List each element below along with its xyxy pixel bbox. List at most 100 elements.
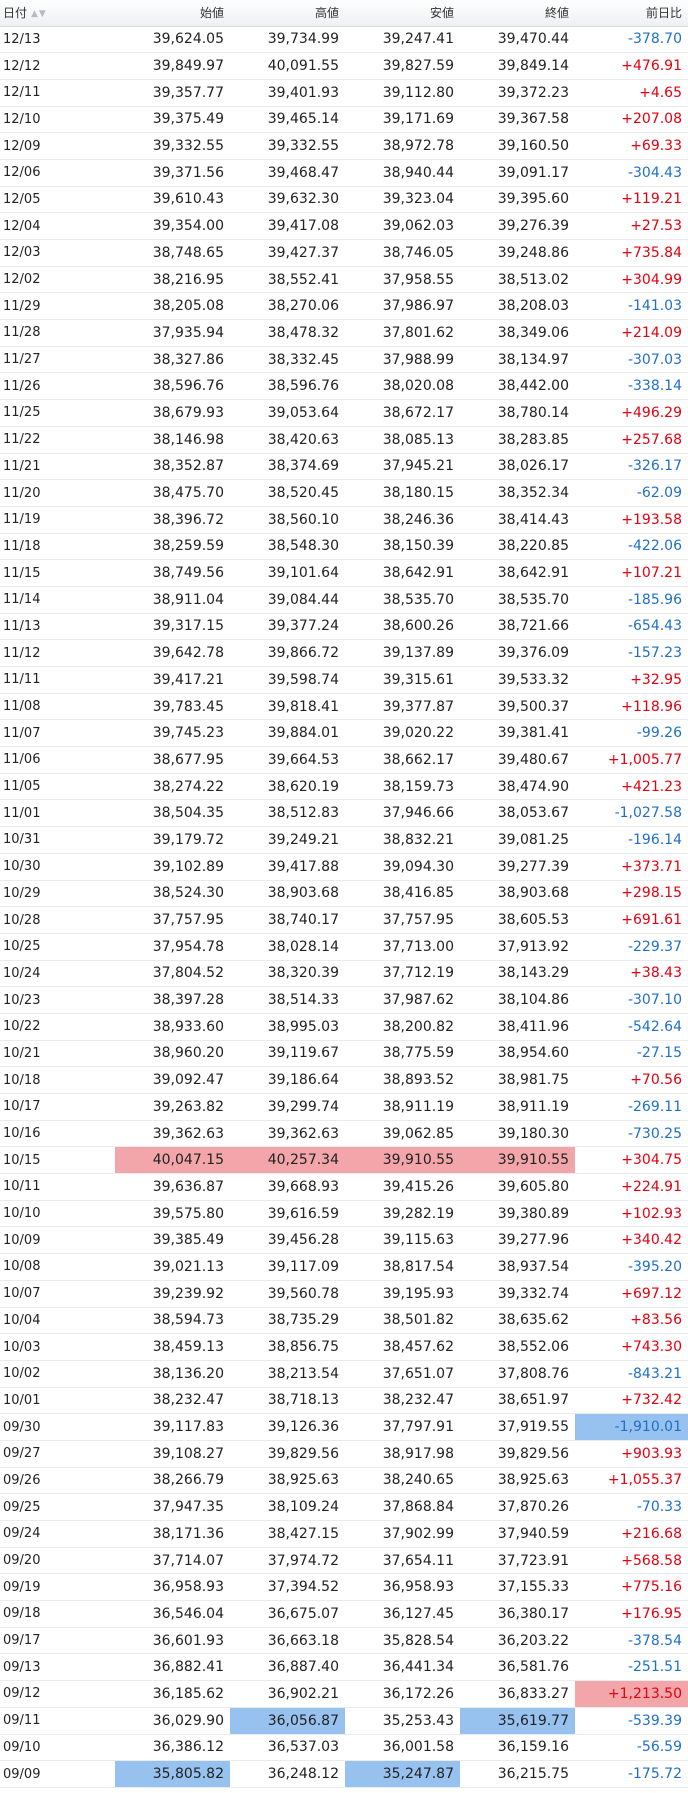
table-row: 10/04 38,594.73 38,735.29 38,501.82 38,635.6… (0, 1307, 688, 1335)
cell-change: +119.21 (575, 186, 688, 214)
cell-close: 39,395.60 (460, 186, 575, 214)
cell-change: -422.06 (575, 533, 688, 561)
cell-open: 38,259.59 (115, 533, 230, 561)
sort-up-down-icon[interactable]: ▲▼ (31, 9, 47, 19)
cell-date: 11/29 (0, 292, 115, 321)
cell-open: 37,954.78 (115, 933, 230, 961)
cell-open: 36,029.90 (115, 1707, 230, 1735)
cell-low: 37,712.19 (345, 960, 460, 988)
cell-date: 11/05 (0, 773, 115, 801)
cell-date: 10/31 (0, 826, 115, 854)
cell-low: 38,416.85 (345, 880, 460, 908)
cell-high: 39,668.93 (230, 1173, 345, 1201)
cell-change: -99.26 (575, 719, 688, 748)
table-row: 09/18 36,546.04 36,675.07 36,127.45 36,380.1… (0, 1600, 688, 1628)
cell-open: 40,047.15 (115, 1146, 230, 1175)
table-row: 11/29 38,205.08 38,270.06 37,986.97 38,208.0… (0, 292, 688, 321)
table-row: 09/26 38,266.79 38,925.63 38,240.65 38,925.6… (0, 1467, 688, 1495)
cell-open: 39,179.72 (115, 826, 230, 854)
cell-open: 39,263.82 (115, 1093, 230, 1121)
cell-change: +102.93 (575, 1200, 688, 1228)
cell-date: 09/12 (0, 1680, 115, 1708)
cell-change: +298.15 (575, 880, 688, 908)
table-row: 11/12 39,642.78 39,866.72 39,137.89 39,376.0… (0, 639, 688, 667)
cell-low: 37,987.62 (345, 986, 460, 1014)
cell-date: 09/27 (0, 1440, 115, 1468)
cell-change: -304.43 (575, 159, 688, 187)
cell-high: 38,520.45 (230, 479, 345, 507)
cell-low: 36,001.58 (345, 1734, 460, 1762)
table-row: 10/30 39,102.89 39,417.88 39,094.30 39,277.3… (0, 853, 688, 881)
cell-date: 12/11 (0, 79, 115, 107)
cell-low: 37,797.91 (345, 1413, 460, 1441)
cell-open: 39,108.27 (115, 1440, 230, 1468)
cell-high: 39,664.53 (230, 746, 345, 774)
cell-high: 39,465.14 (230, 106, 345, 134)
cell-change: +421.23 (575, 773, 688, 801)
cell-date: 12/02 (0, 266, 115, 294)
cell-date: 11/28 (0, 319, 115, 347)
table-row: 11/18 38,259.59 38,548.30 38,150.39 38,220.8… (0, 533, 688, 561)
cell-date: 11/07 (0, 719, 115, 748)
cell-change: +207.08 (575, 106, 688, 134)
cell-open: 36,386.12 (115, 1734, 230, 1762)
cell-change: +1,055.37 (575, 1467, 688, 1495)
table-row: 10/11 39,636.87 39,668.93 39,415.26 39,605.8… (0, 1173, 688, 1201)
cell-open: 38,594.73 (115, 1307, 230, 1335)
cell-close: 36,203.22 (460, 1627, 575, 1655)
cell-high: 38,332.45 (230, 346, 345, 374)
cell-close: 36,380.17 (460, 1600, 575, 1628)
cell-high: 39,427.37 (230, 239, 345, 267)
cell-change: -70.33 (575, 1493, 688, 1521)
table-row: 10/17 39,263.82 39,299.74 38,911.19 38,911.1… (0, 1093, 688, 1121)
column-header-date[interactable]: 日付 ▲▼ (0, 0, 115, 27)
cell-low: 38,535.70 (345, 586, 460, 614)
cell-date: 11/27 (0, 346, 115, 374)
cell-open: 38,475.70 (115, 479, 230, 507)
table-row: 10/31 39,179.72 39,249.21 38,832.21 39,081.2… (0, 826, 688, 854)
cell-low: 38,020.08 (345, 372, 460, 401)
table-row: 09/19 36,958.93 37,394.52 36,958.93 37,155.3… (0, 1573, 688, 1602)
cell-high: 38,903.68 (230, 880, 345, 908)
cell-open: 37,714.07 (115, 1547, 230, 1575)
cell-high: 38,270.06 (230, 292, 345, 321)
table-row: 11/22 38,146.98 38,420.63 38,085.13 38,283.8… (0, 426, 688, 454)
cell-low: 38,672.17 (345, 399, 460, 427)
cell-close: 38,903.68 (460, 880, 575, 908)
cell-date: 09/10 (0, 1734, 115, 1762)
table-row: 09/20 37,714.07 37,974.72 37,654.11 37,723.9… (0, 1547, 688, 1575)
cell-change: -654.43 (575, 613, 688, 641)
cell-high: 39,866.72 (230, 639, 345, 667)
table-row: 12/03 38,748.65 39,427.37 38,746.05 39,248.8… (0, 239, 688, 267)
cell-low: 38,893.52 (345, 1066, 460, 1094)
cell-close: 38,208.03 (460, 292, 575, 321)
cell-close: 38,414.43 (460, 506, 575, 534)
cell-open: 38,397.28 (115, 986, 230, 1014)
table-row: 12/04 39,354.00 39,417.08 39,062.03 39,276.3… (0, 212, 688, 240)
cell-change: -1,910.01 (575, 1413, 688, 1441)
cell-high: 39,616.59 (230, 1200, 345, 1228)
cell-open: 38,679.93 (115, 399, 230, 427)
cell-date: 09/17 (0, 1627, 115, 1655)
table-row: 11/26 38,596.76 38,596.76 38,020.08 38,442.0… (0, 372, 688, 401)
column-header-date-label: 日付 (3, 6, 28, 21)
cell-change: -843.21 (575, 1360, 688, 1388)
table-row: 09/09 35,805.82 36,248.12 35,247.87 36,215.7… (0, 1760, 688, 1788)
cell-high: 38,856.75 (230, 1333, 345, 1361)
table-row: 09/17 36,601.93 36,663.18 35,828.54 36,203.2… (0, 1627, 688, 1655)
cell-close: 37,808.76 (460, 1360, 575, 1388)
table-row: 10/16 39,362.63 39,362.63 39,062.85 39,180.3… (0, 1120, 688, 1148)
cell-low: 38,940.44 (345, 159, 460, 187)
cell-high: 39,299.74 (230, 1093, 345, 1121)
cell-high: 39,456.28 (230, 1226, 345, 1255)
cell-change: -539.39 (575, 1707, 688, 1735)
cell-date: 11/19 (0, 506, 115, 534)
table-row: 09/25 37,947.35 38,109.24 37,868.84 37,870.2… (0, 1493, 688, 1521)
table-row: 12/12 39,849.97 40,091.55 39,827.59 39,849.1… (0, 52, 688, 80)
cell-close: 37,155.33 (460, 1573, 575, 1602)
cell-change: -56.59 (575, 1734, 688, 1762)
cell-date: 10/15 (0, 1146, 115, 1175)
cell-date: 11/21 (0, 453, 115, 481)
cell-low: 39,062.85 (345, 1120, 460, 1148)
cell-open: 36,882.41 (115, 1653, 230, 1682)
